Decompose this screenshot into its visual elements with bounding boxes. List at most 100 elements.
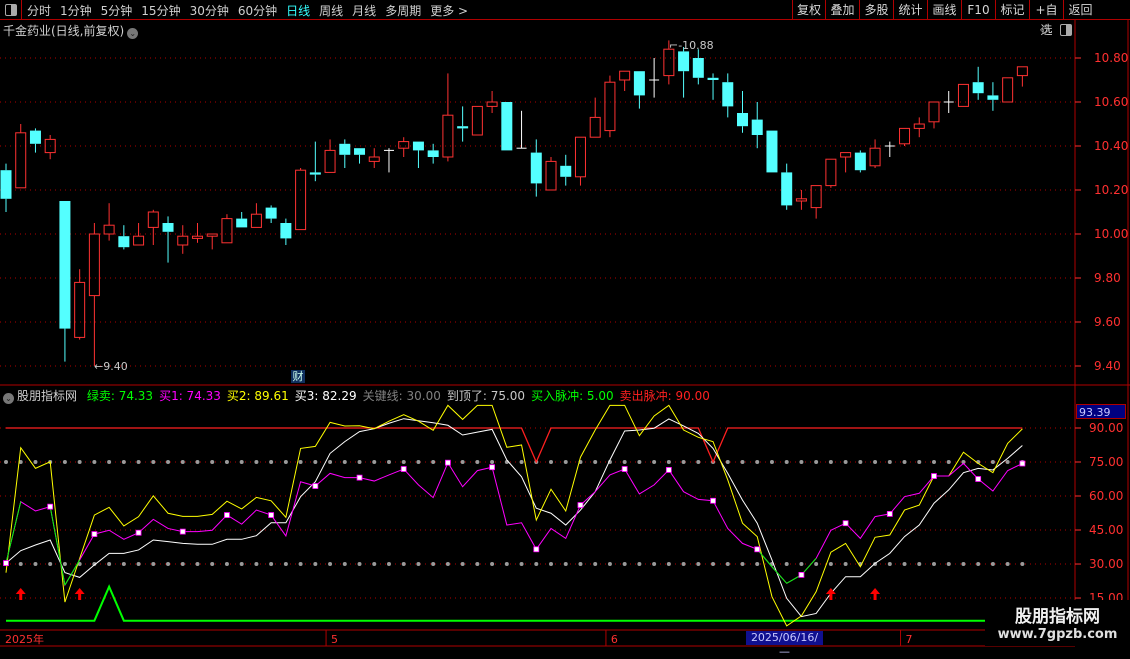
price-axis-label: 10.00 — [1094, 227, 1128, 241]
date-label: 2025年 — [5, 632, 44, 646]
candlestick — [398, 137, 410, 157]
candlestick — [59, 201, 71, 362]
candlestick — [678, 47, 690, 98]
key-line-dot — [224, 562, 229, 567]
candlestick — [354, 148, 366, 164]
key-line-dot — [18, 562, 23, 567]
top-line-dot — [4, 460, 8, 465]
candlestick — [236, 212, 248, 228]
buy1-marker — [489, 464, 495, 471]
candlestick — [29, 128, 41, 153]
buy1-marker — [400, 466, 407, 472]
indicator-name[interactable]: 股朋指标网 — [17, 389, 77, 403]
candle-body — [781, 172, 793, 206]
buy-arrow-icon — [15, 588, 26, 600]
top-line-dot — [828, 460, 833, 465]
top-line-dot — [563, 460, 568, 465]
top-line-dot — [873, 460, 878, 465]
candlestick — [147, 209, 159, 245]
candlestick — [265, 205, 277, 223]
buy1-marker — [754, 546, 761, 553]
candlestick — [928, 101, 940, 129]
top-line-dot — [180, 460, 185, 465]
candlestick — [442, 73, 454, 162]
candle-body — [840, 152, 852, 158]
top-line-dot — [652, 460, 657, 465]
key-line-dot — [62, 562, 67, 567]
buy1-marker — [312, 483, 319, 489]
top-line-dot — [313, 460, 318, 465]
candle-body — [633, 71, 645, 96]
buy1-marker — [621, 466, 628, 472]
candle-body — [191, 235, 203, 239]
top-line-dot — [342, 460, 347, 465]
key-line-dot — [652, 562, 657, 567]
candle-body — [295, 169, 307, 231]
buy1-marker — [931, 473, 937, 479]
top-line-dot — [416, 460, 421, 465]
candle-body — [707, 77, 719, 80]
key-line-dot — [828, 562, 833, 567]
top-line-dot — [1005, 460, 1010, 465]
candlestick — [589, 97, 601, 138]
key-line-dot — [254, 562, 259, 567]
chevron-down-icon[interactable]: ⌄ — [3, 393, 14, 404]
key-line-dot — [578, 562, 583, 567]
indicator-legend-item: 卖出脉冲: 90.00 — [619, 389, 710, 403]
candlestick — [649, 58, 660, 98]
candle-body — [177, 235, 189, 246]
buy1-marker — [886, 511, 893, 517]
green-sell-segment — [771, 566, 788, 584]
candlestick — [309, 141, 321, 182]
key-line-dot — [961, 562, 966, 567]
indicator-axis-label: 75.00 — [1089, 455, 1123, 469]
key-line-dot — [711, 562, 716, 567]
candlestick — [737, 91, 748, 133]
key-line-dot — [549, 562, 554, 567]
candlestick — [368, 148, 380, 168]
candle-body — [869, 147, 881, 167]
top-line-dot — [725, 460, 730, 465]
date-label: 5 — [331, 633, 338, 646]
key-line-dot — [931, 562, 936, 567]
candlestick — [869, 139, 881, 168]
top-line-dot — [401, 460, 406, 465]
top-line-dot — [298, 460, 303, 465]
key-line-dot — [386, 562, 391, 567]
top-line-dot — [121, 460, 126, 465]
candle-body — [899, 127, 911, 145]
candle-body — [412, 141, 424, 151]
candlestick — [427, 143, 439, 164]
candle-body — [501, 102, 513, 151]
candlestick — [177, 225, 189, 254]
chart-canvas[interactable]: 10.80 10.60 10.40 10.20 10.00 9.80 9.60 9.40 ←9.… — [0, 0, 1130, 650]
buy1-marker — [444, 459, 451, 466]
finance-event-badge[interactable]: 财 — [291, 370, 305, 383]
top-line-dot — [769, 460, 774, 465]
buy2-line — [5, 404, 1023, 627]
candlestick — [619, 70, 631, 91]
candle-body — [604, 81, 616, 132]
candlestick — [74, 269, 86, 340]
top-line-dot — [637, 460, 642, 465]
candle-body — [59, 201, 71, 329]
price-axis-label: 10.60 — [1094, 95, 1128, 109]
buy1-marker — [577, 502, 584, 508]
candle-body — [250, 213, 262, 228]
candle-body — [589, 116, 601, 138]
key-line-dot — [799, 562, 804, 567]
top-line-dot — [519, 460, 524, 465]
top-line-dot — [372, 460, 377, 465]
key-line-dot — [917, 562, 922, 567]
candlestick — [103, 203, 115, 241]
key-line-dot — [814, 562, 819, 567]
top-line-dot — [357, 460, 362, 465]
top-line-dot — [33, 460, 38, 465]
key-line-dot — [445, 562, 450, 567]
candle-body — [147, 211, 159, 228]
buy1-marker — [842, 520, 849, 527]
buy1-marker — [533, 546, 540, 553]
key-line-dot — [239, 562, 244, 567]
top-line-dot — [740, 460, 745, 465]
watermark-logo: 股朋指标网 www.7gpzb.com — [985, 600, 1130, 646]
